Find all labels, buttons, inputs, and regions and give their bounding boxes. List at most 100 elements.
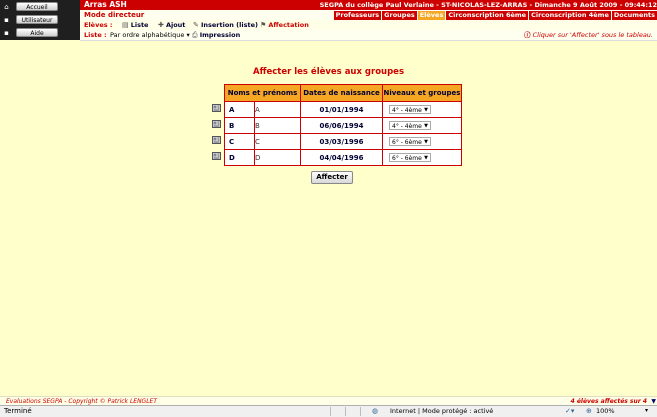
level-group-value: 6° - 6ème [392,139,422,146]
toolbar-liste[interactable]: ▤ Liste [122,20,148,30]
hint-text: Cliquer sur 'Affecter' sous le tableau. [532,31,653,39]
help-icon: ▪ [4,28,9,37]
print-button[interactable]: ⎙ Impression [192,30,240,40]
printer-icon: ⎙ [192,31,198,39]
home-icon: ⌂ [4,2,9,11]
column-header-niveaux: Niveaux et groupes [382,84,462,102]
student-nom: C [224,133,255,150]
level-cell: 6° - 6ème ▼ [382,149,462,166]
toolbar-affectation[interactable]: ⚑ Affectation [260,20,309,30]
chevron-down-icon: ▼ [424,107,428,113]
sort-select-value: Par ordre alphabétique [110,31,185,39]
student-birthdate: 01/01/1994 [300,101,383,118]
insert-list-icon: ✎ [193,21,199,29]
level-group-select[interactable]: 4° - 4ème ▼ [389,121,431,130]
toolbar-ajout[interactable]: ✚ Ajout [158,20,185,30]
sidebar-row-accueil: ⌂ Accueil [2,1,58,12]
sort-select[interactable]: Par ordre alphabétique ▾ [110,30,190,40]
list-options-bar: Liste : Par ordre alphabétique ▾ ⎙ Impre… [80,30,657,41]
toolbar-liste-label: Liste [130,21,149,29]
level-cell: 4° - 4ème ▼ [382,101,462,118]
main-tabs: Professeurs Groupes Elèves Circonscripti… [333,10,657,20]
level-group-value: 6° - 6ème [392,155,422,162]
page-title: Affecter les élèves aux groupes [252,67,405,77]
level-group-select[interactable]: 6° - 6ème ▼ [389,137,431,146]
student-nom: B [224,117,255,134]
sidebar: ⌂ Accueil ▪ Utilisateur ▪ Aide [0,0,80,40]
user-icon: ▪ [4,15,9,24]
student-record-icon[interactable] [212,104,221,112]
tab-documents[interactable]: Documents [611,10,657,20]
mode-bar: Mode directeur Professeurs Groupes Elève… [80,10,657,20]
status-divider [345,407,346,416]
student-birthdate: 06/06/1994 [300,117,383,134]
student-nom: D [224,149,255,166]
level-group-value: 4° - 4ème [392,123,422,130]
students-table: Noms et prénoms Dates de naissance Nivea… [224,84,462,166]
student-prenom: B [254,117,301,134]
table-row: D D 04/04/1996 6° - 6ème ▼ [224,149,462,166]
zoom-level[interactable]: 100% [596,407,615,415]
student-prenom: C [254,133,301,150]
level-group-value: 4° - 4ème [392,107,422,114]
mode-label: Mode directeur [84,11,145,19]
hint-box: ⓘ Cliquer sur 'Affecter' sous le tableau… [524,30,653,40]
toolbar-insertion-label: Insertion (liste) [200,21,258,29]
globe-icon: ◍ [372,407,379,415]
info-icon: ⓘ [524,31,531,39]
protected-mode-icon[interactable]: ✓▾ [565,407,574,415]
chevron-down-icon: ▼ [424,139,428,145]
aide-button[interactable]: Aide [16,28,58,37]
sidebar-row-utilisateur: ▪ Utilisateur [2,14,58,25]
tab-circonscription-6eme[interactable]: Circonscription 6ème [446,10,529,20]
print-label: Impression [199,31,241,39]
student-record-icon[interactable] [212,120,221,128]
browser-status-bar: Terminé ◍ Internet | Mode protégé : acti… [0,405,657,417]
tab-eleves[interactable]: Elèves [417,10,446,20]
status-divider [330,407,331,416]
accueil-button[interactable]: Accueil [16,2,58,11]
tab-circonscription-4eme[interactable]: Circonscription 4ème [529,10,611,20]
student-nom: A [224,101,255,118]
status-text: Terminé [4,407,32,415]
chevron-down-icon: ▼ [424,155,428,161]
student-record-icon[interactable] [212,136,221,144]
student-birthdate: 03/03/1996 [300,133,383,150]
title-bar: Arras ASH SEGPA du collège Paul Verlaine… [80,0,657,10]
tab-groupes[interactable]: Groupes [382,10,417,20]
level-cell: 4° - 4ème ▼ [382,117,462,134]
affectation-icon: ⚑ [260,21,267,29]
affecter-button[interactable]: Affecter [311,171,353,184]
table-header-row: Noms et prénoms Dates de naissance Nivea… [224,84,462,102]
level-cell: 6° - 6ème ▼ [382,133,462,150]
table-row: A A 01/01/1994 4° - 4ème ▼ [224,101,462,118]
level-group-select[interactable]: 6° - 6ème ▼ [389,153,431,162]
student-prenom: D [254,149,301,166]
list-label: Liste : [84,31,107,39]
eleves-section-label: Elèves : [84,21,113,29]
chevron-down-icon: ▼ [424,123,428,129]
chevron-down-icon: ▾ [186,31,190,39]
app-title: Arras ASH [84,0,127,9]
toolbar-affectation-label: Affectation [268,21,309,29]
sidebar-row-aide: ▪ Aide [2,27,58,38]
school-info: SEGPA du collège Paul Verlaine - ST-NICO… [319,1,657,9]
student-birthdate: 04/04/1996 [300,149,383,166]
student-prenom: A [254,101,301,118]
table-row: B B 06/06/1994 4° - 4ème ▼ [224,117,462,134]
utilisateur-button[interactable]: Utilisateur [16,15,58,24]
security-zone-text: Internet | Mode protégé : activé [390,407,494,415]
toolbar-ajout-label: Ajout [165,21,186,29]
add-user-icon: ✚ [158,21,164,29]
student-record-icon[interactable] [212,152,221,160]
zoom-icon: ⊕ [586,407,592,415]
list-icon: ▤ [122,21,129,29]
column-header-noms: Noms et prénoms [224,84,301,102]
column-header-dates: Dates de naissance [300,84,383,102]
tab-professeurs[interactable]: Professeurs [333,10,382,20]
chevron-down-icon[interactable]: ▾ [645,407,648,414]
status-divider [360,407,361,416]
table-row: C C 03/03/1996 6° - 6ème ▼ [224,133,462,150]
toolbar-insertion[interactable]: ✎ Insertion (liste) [193,20,258,30]
level-group-select[interactable]: 4° - 4ème ▼ [389,105,431,114]
